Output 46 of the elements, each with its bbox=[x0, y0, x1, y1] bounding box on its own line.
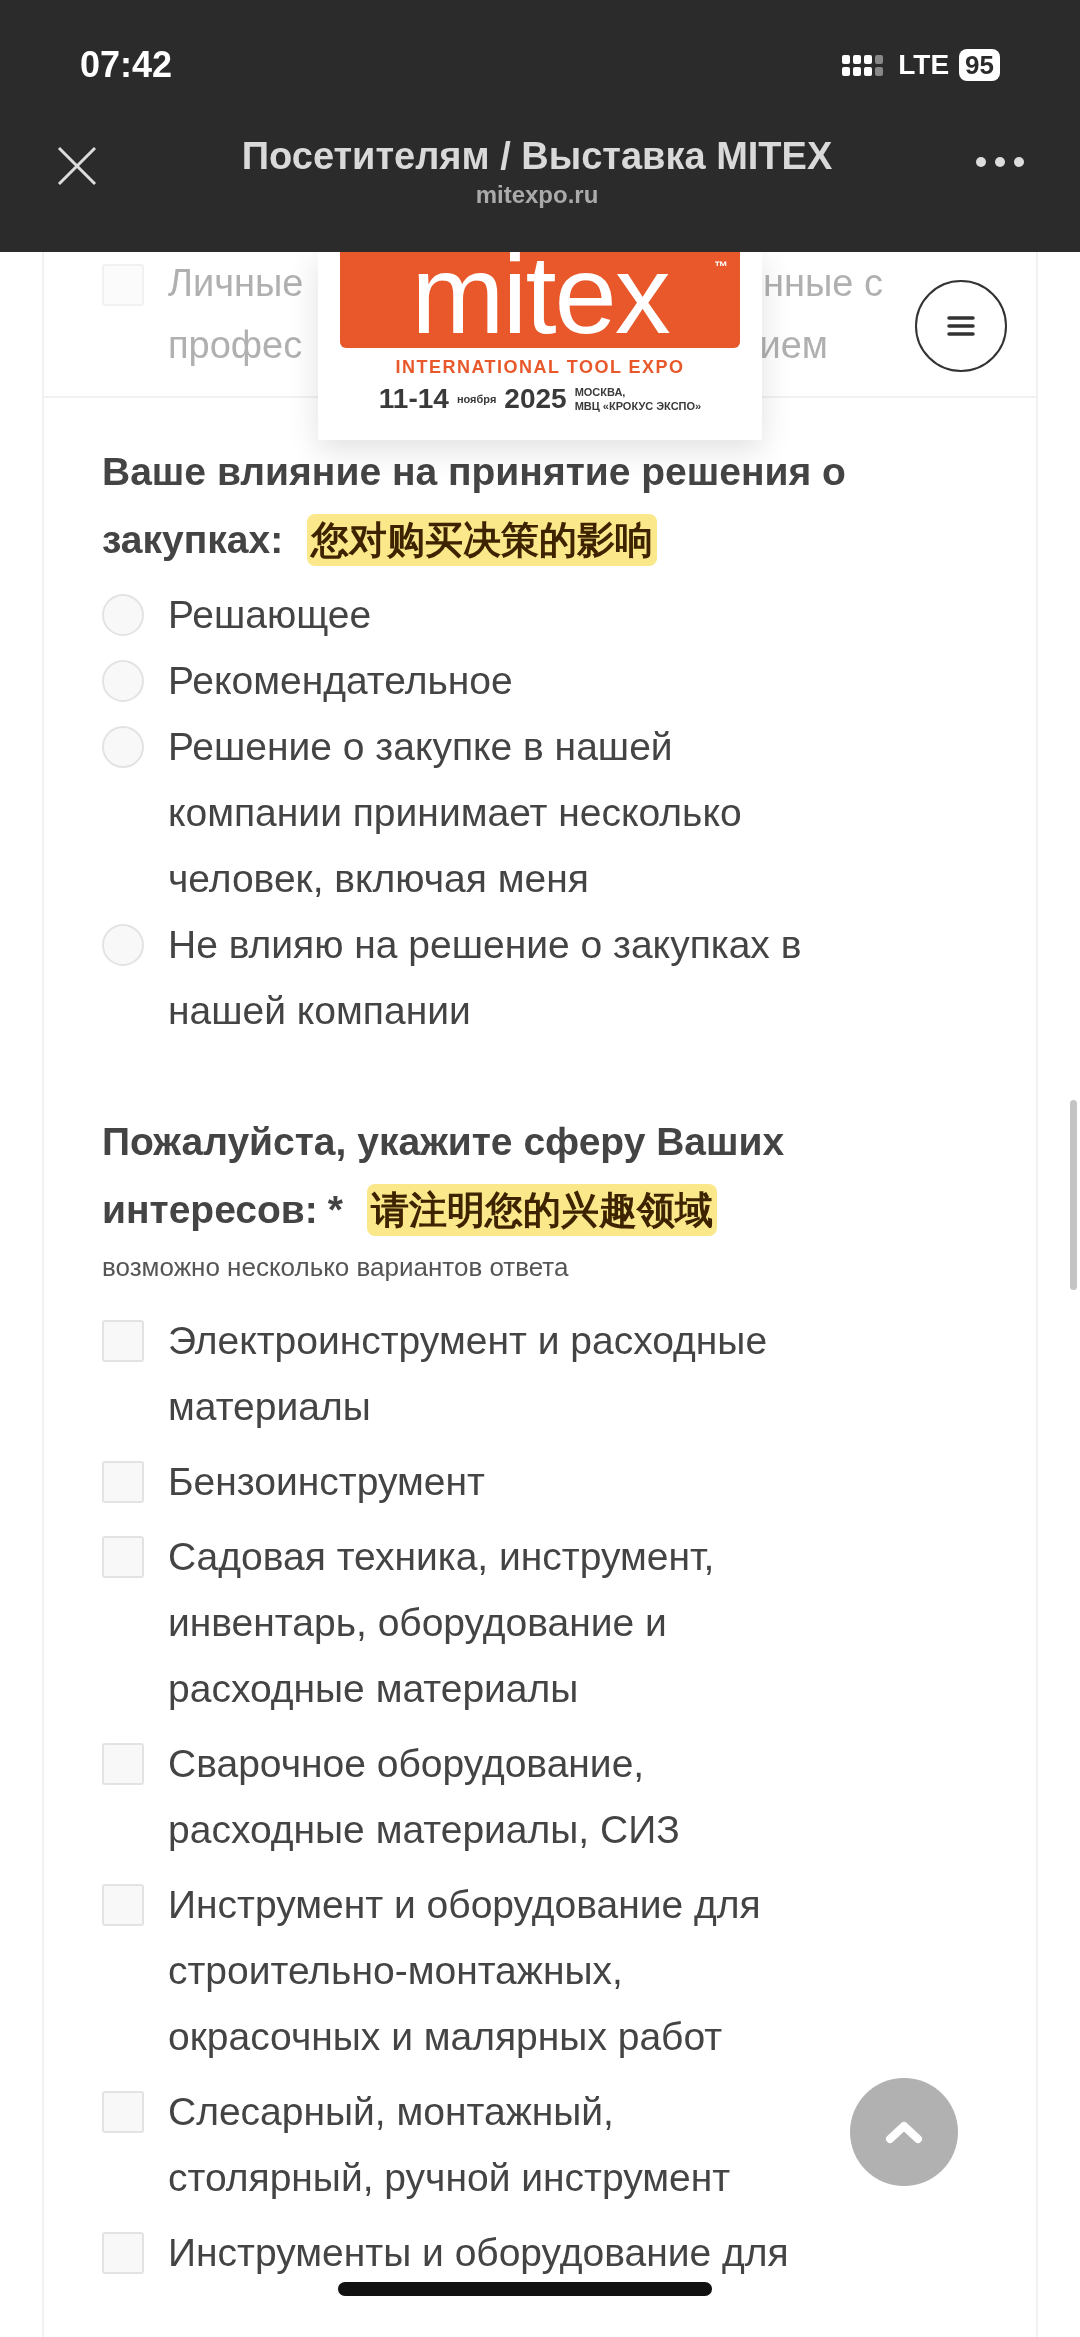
checkbox[interactable] bbox=[102, 1536, 144, 1578]
hint-text: возможно несколько вариантов ответа bbox=[102, 1251, 570, 1284]
option-label: Бензоинструмент bbox=[168, 1459, 485, 1505]
logo-city: МОСКВА, bbox=[574, 385, 627, 399]
checkbox[interactable] bbox=[102, 2232, 144, 2274]
question-title: Пожалуйста, укажите сферу Ваших интересов: * 请注明您的兴趣领域 bbox=[102, 1108, 922, 1244]
logo-venue: МВЦ «КРОКУС ЭКСПО» bbox=[574, 399, 702, 413]
battery-level: 95 bbox=[959, 49, 1000, 81]
menu-icon bbox=[947, 315, 975, 337]
page-domain: mitexpo.ru bbox=[475, 180, 599, 210]
radio-button[interactable] bbox=[102, 660, 144, 702]
option-label: Инструмент и оборудование для строительно-монтажных, окрасочных и малярных работ bbox=[168, 1882, 762, 2060]
question-title: Ваше влияние на принятие решения о закупках: 您对购买决策的影响 bbox=[102, 438, 922, 574]
status-time: 07:42 bbox=[80, 43, 173, 87]
faded-option-text: нные с bbox=[763, 261, 883, 306]
faded-option-text: Личные bbox=[168, 261, 304, 306]
checkbox[interactable] bbox=[102, 1743, 144, 1785]
network-label: LTE bbox=[898, 48, 950, 82]
trademark-sign: ™ bbox=[714, 257, 728, 276]
checkbox[interactable] bbox=[102, 1320, 144, 1362]
option-label: Инструменты и оборудование для bbox=[168, 2230, 789, 2276]
option-label: Сварочное оборудование, расходные материалы, СИЗ bbox=[168, 1741, 681, 1853]
faded-option-text: ием bbox=[759, 323, 828, 368]
radio-button[interactable] bbox=[102, 594, 144, 636]
page-title: Посетителям / Выставка MITEX bbox=[241, 134, 833, 179]
option-label: Садовая техника, инструмент, инвентарь, оборудование и расходные материалы bbox=[168, 1534, 716, 1712]
logo-dates: 11-14 bbox=[378, 382, 449, 416]
option-label: Решающее bbox=[168, 592, 372, 638]
checkbox[interactable] bbox=[102, 2091, 144, 2133]
faded-option-text: профес bbox=[168, 323, 303, 368]
logo-wordmark: mitex bbox=[411, 247, 669, 343]
checkbox[interactable] bbox=[102, 1884, 144, 1926]
chevron-up-icon bbox=[884, 2119, 924, 2145]
radio-button[interactable] bbox=[102, 924, 144, 966]
option-label: Решение о закупке в нашей компании принимает несколько человек, включая меня bbox=[168, 724, 743, 902]
logo-tagline: INTERNATIONAL TOOL EXPO bbox=[395, 356, 685, 378]
close-icon[interactable] bbox=[55, 144, 99, 188]
option-label: Рекомендательное bbox=[168, 658, 513, 704]
more-icon[interactable] bbox=[975, 156, 1025, 168]
option-label: Слесарный, монтажный, столярный, ручной инструмент bbox=[168, 2089, 732, 2201]
option-label: Электроинструмент и расходные материалы bbox=[168, 1318, 769, 1430]
radio-button[interactable] bbox=[102, 726, 144, 768]
logo-month: ноября bbox=[456, 391, 497, 407]
option-label: Не влияю на решение о закупках в нашей компании bbox=[168, 922, 803, 1034]
checkbox[interactable] bbox=[102, 1461, 144, 1503]
logo-year: 2025 bbox=[504, 382, 567, 416]
